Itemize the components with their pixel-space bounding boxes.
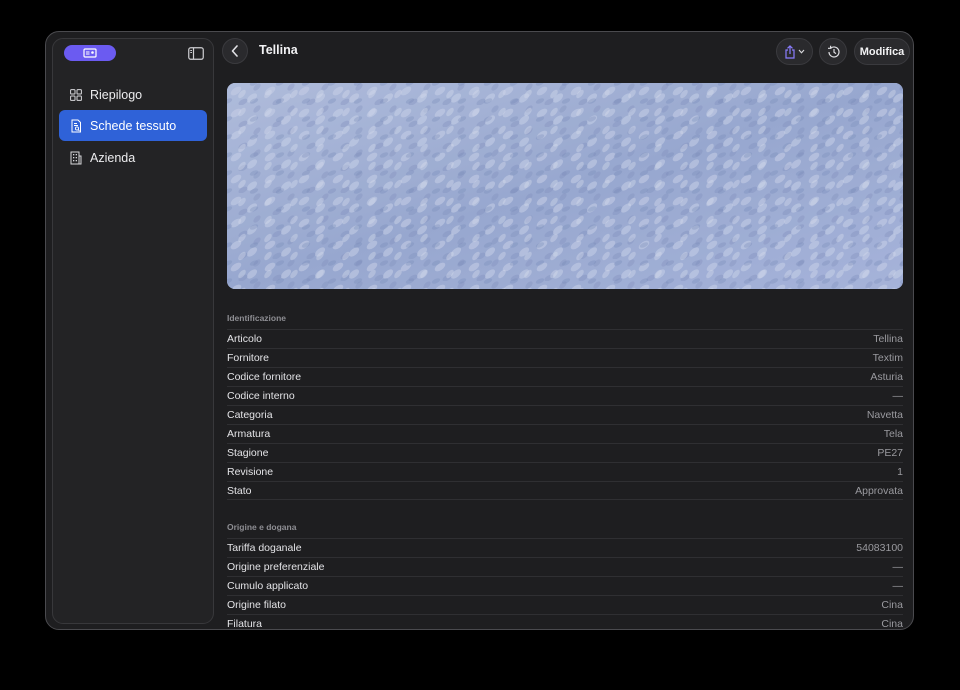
- table-row: Origine preferenziale —: [227, 557, 903, 576]
- app-badge[interactable]: [64, 45, 116, 61]
- row-value: —: [892, 390, 904, 402]
- identificazione-table: Articolo Tellina Fornitore Textim Codice for…: [227, 329, 903, 500]
- table-row: Categoria Navetta: [227, 405, 903, 424]
- page-title: Tellina: [259, 43, 298, 57]
- row-label: Codice interno: [227, 390, 295, 402]
- toolbar: Tellina Modifica: [220, 32, 913, 72]
- row-label: Armatura: [227, 428, 271, 440]
- table-row: Stagione PE27: [227, 443, 903, 462]
- table-row: Cumulo applicato —: [227, 576, 903, 595]
- row-label: Articolo: [227, 333, 263, 345]
- table-row: Codice interno —: [227, 386, 903, 405]
- back-button[interactable]: [222, 38, 248, 64]
- row-label: Categoria: [227, 409, 273, 421]
- row-value: Approvata: [855, 484, 903, 497]
- id-card-icon: [83, 48, 97, 58]
- sidebar-item-azienda[interactable]: Azienda: [59, 142, 207, 173]
- edit-button[interactable]: Modifica: [854, 38, 910, 65]
- sidebar-item-schede-tessuto[interactable]: Schede tessuto: [59, 110, 207, 141]
- main-content: Tellina Modifica Identificazione Articol…: [220, 32, 913, 629]
- row-value: Cina: [881, 617, 903, 630]
- row-label: Stato: [227, 484, 252, 497]
- row-value: Asturia: [870, 371, 903, 383]
- row-label: Origine preferenziale: [227, 561, 325, 573]
- table-row: Tariffa doganale 54083100: [227, 538, 903, 557]
- sidebar-toggle-button[interactable]: [187, 45, 205, 61]
- app-window: Riepilogo Schede tessuto Azienda Tellina…: [45, 31, 914, 630]
- building-icon: [69, 151, 82, 165]
- origine-table: Tariffa doganale 54083100 Origine preferen…: [227, 538, 903, 630]
- sidebar-toggle-icon: [188, 46, 204, 60]
- row-value: PE27: [877, 447, 903, 459]
- table-row: Fornitore Textim: [227, 348, 903, 367]
- sidebar-item-label: Riepilogo: [90, 87, 143, 102]
- row-value: Tela: [883, 428, 903, 440]
- section-title-identificazione: Identificazione: [227, 313, 287, 323]
- row-label: Cumulo applicato: [227, 580, 309, 592]
- table-row: Filatura Cina: [227, 614, 903, 630]
- table-row: Origine filato Cina: [227, 595, 903, 614]
- row-value: Textim: [872, 352, 903, 364]
- fabric-photo: [227, 83, 903, 289]
- document-search-icon: [69, 119, 82, 133]
- chevron-down-icon: [798, 49, 805, 54]
- sidebar-item-label: Azienda: [90, 150, 136, 165]
- section-title-origine: Origine e dogana: [227, 522, 297, 532]
- sidebar-item-label: Schede tessuto: [90, 118, 177, 133]
- row-value: 1: [897, 466, 903, 478]
- sidebar: Riepilogo Schede tessuto Azienda: [52, 38, 214, 624]
- grid-icon: [69, 88, 82, 102]
- row-label: Fornitore: [227, 352, 270, 364]
- row-value: —: [892, 580, 904, 592]
- history-button[interactable]: [819, 38, 847, 65]
- row-label: Codice fornitore: [227, 371, 302, 383]
- sidebar-item-riepilogo[interactable]: Riepilogo: [59, 79, 207, 110]
- table-row: Revisione 1: [227, 462, 903, 481]
- row-label: Revisione: [227, 466, 274, 478]
- table-row: Articolo Tellina: [227, 329, 903, 348]
- share-icon: [785, 44, 795, 59]
- row-value: 54083100: [856, 542, 903, 554]
- fabric-texture-image: [227, 83, 903, 289]
- row-label: Filatura: [227, 617, 263, 630]
- table-row: Codice fornitore Asturia: [227, 367, 903, 386]
- row-value: Cina: [881, 599, 903, 611]
- table-row: Stato Approvata: [227, 481, 903, 500]
- row-value: Navetta: [866, 409, 903, 421]
- row-value: —: [892, 561, 904, 573]
- chevron-left-icon: [231, 45, 238, 57]
- share-button[interactable]: [776, 38, 813, 65]
- row-label: Stagione: [227, 447, 269, 459]
- table-row: Armatura Tela: [227, 424, 903, 443]
- history-icon: [827, 45, 840, 58]
- row-label: Origine filato: [227, 599, 286, 611]
- row-label: Tariffa doganale: [227, 542, 302, 554]
- row-value: Tellina: [873, 333, 903, 345]
